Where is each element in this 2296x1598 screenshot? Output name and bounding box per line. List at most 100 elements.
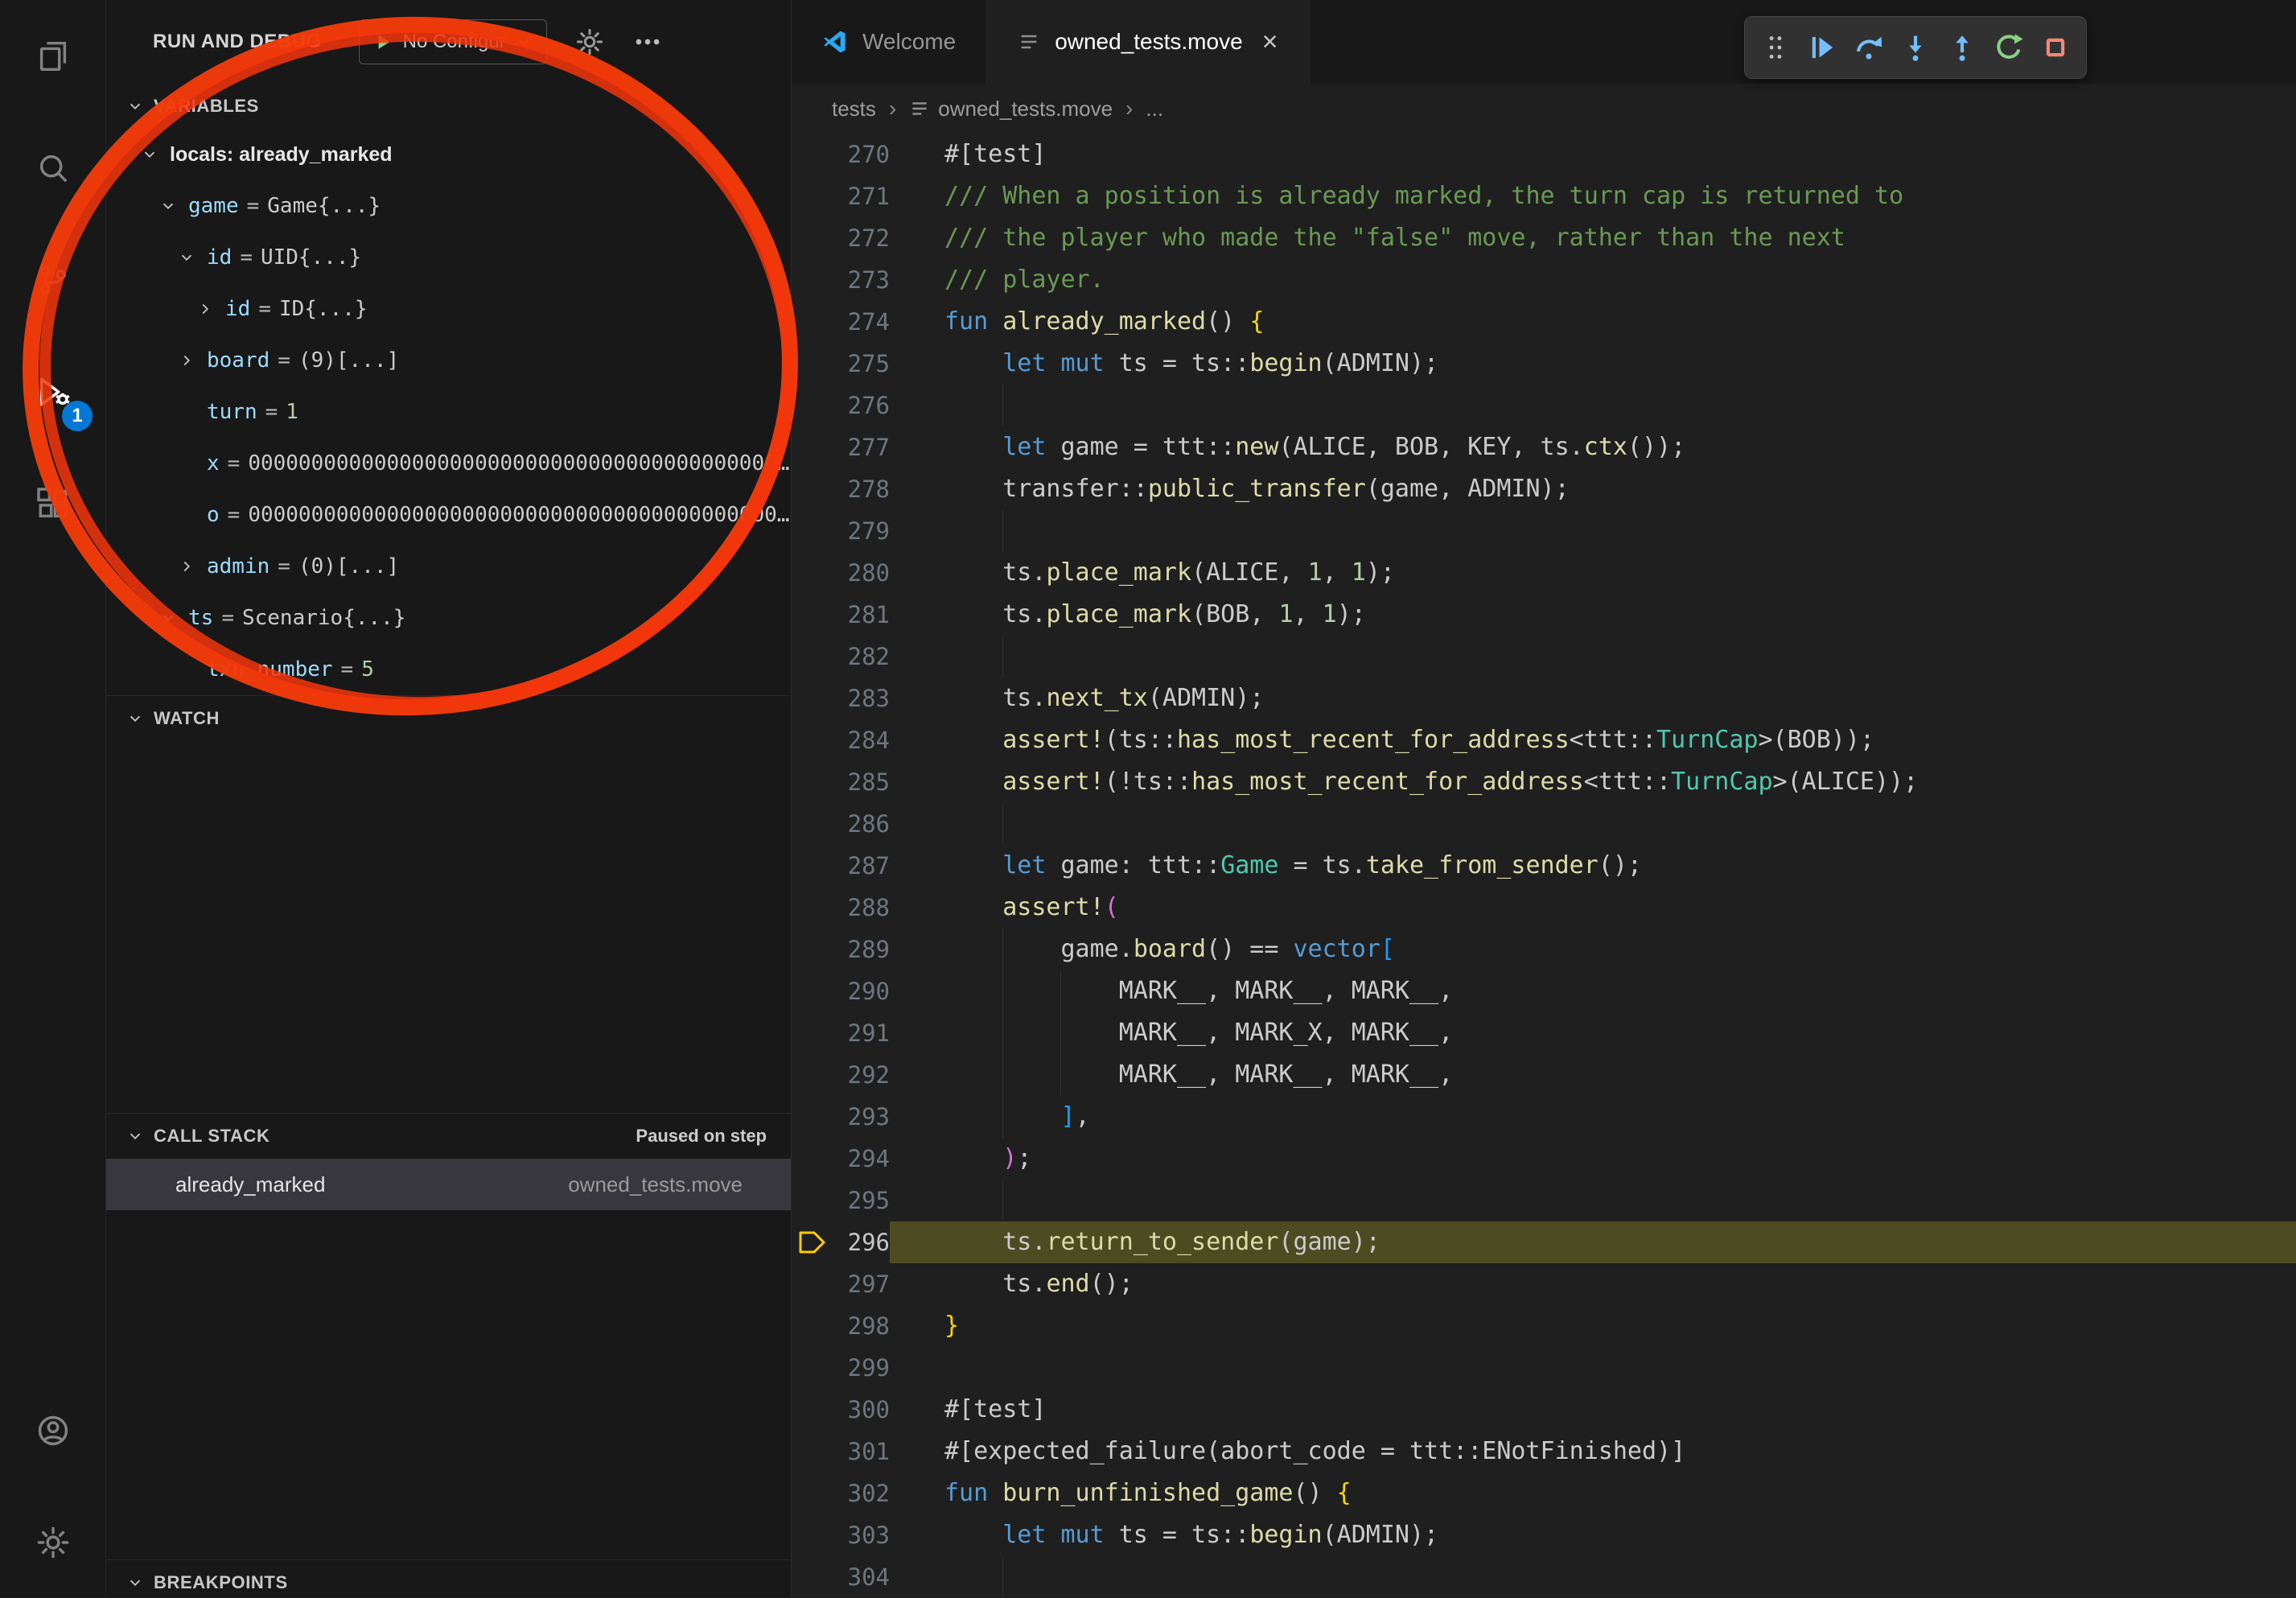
extensions-icon[interactable]	[0, 447, 105, 559]
code-text[interactable]: );	[890, 1138, 2296, 1180]
variable-row[interactable]: id=ID{...}	[105, 283, 791, 335]
breakpoint-margin[interactable]	[792, 1556, 830, 1598]
breadcrumb-file[interactable]: owned_tests.move	[909, 97, 1113, 121]
search-icon[interactable]	[0, 112, 105, 224]
breakpoints-section-header[interactable]: BREAKPOINTS	[105, 1559, 791, 1598]
breakpoint-margin[interactable]	[792, 343, 830, 385]
breakpoint-margin[interactable]	[792, 1431, 830, 1472]
editor-code[interactable]: 270#[test]271/// When a position is alre…	[792, 134, 2296, 1598]
code-text[interactable]: #[expected_failure(abort_code = ttt::ENo…	[890, 1431, 2296, 1472]
breakpoint-margin[interactable]	[792, 887, 830, 929]
code-text[interactable]: ts.next_tx(ADMIN);	[890, 678, 2296, 719]
variable-row[interactable]: ts=Scenario{...}	[105, 592, 791, 644]
code-text[interactable]: assert!(!ts::has_most_recent_for_address…	[890, 761, 2296, 803]
breakpoint-margin[interactable]	[792, 552, 830, 594]
step-into-button[interactable]	[1898, 30, 1933, 65]
breakpoint-margin[interactable]	[792, 1180, 830, 1221]
breakpoint-margin[interactable]	[792, 929, 830, 970]
run-and-debug-icon[interactable]: 1	[0, 336, 105, 447]
breakpoint-margin[interactable]	[792, 761, 830, 803]
breakpoint-margin[interactable]	[792, 1138, 830, 1180]
breakpoint-margin[interactable]	[792, 134, 830, 175]
code-text[interactable]: #[test]	[890, 134, 2296, 175]
breakpoint-margin[interactable]	[792, 259, 830, 301]
breakpoint-margin[interactable]	[792, 175, 830, 217]
variable-row[interactable]: id=UID{...}	[105, 232, 791, 283]
code-text[interactable]: assert!(	[890, 887, 2296, 929]
breakpoint-margin[interactable]	[792, 426, 830, 468]
variable-row[interactable]: o=00000000000000000000000000000000000000…	[105, 489, 791, 541]
code-text[interactable]: let game: ttt::Game = ts.take_from_sende…	[890, 845, 2296, 887]
code-text[interactable]: ts.return_to_sender(game);	[890, 1221, 2296, 1263]
code-text[interactable]: /// When a position is already marked, t…	[890, 175, 2296, 217]
breakpoint-margin[interactable]	[792, 1305, 830, 1347]
watch-section-header[interactable]: WATCH	[105, 695, 791, 741]
breadcrumb-folder[interactable]: tests	[832, 97, 876, 121]
restart-button[interactable]	[1991, 30, 2026, 65]
breakpoint-margin[interactable]	[792, 1054, 830, 1096]
variables-scope-row[interactable]: locals: already_marked	[105, 129, 791, 180]
code-text[interactable]: let mut ts = ts::begin(ADMIN);	[890, 1514, 2296, 1556]
code-text[interactable]: let game = ttt::new(ALICE, BOB, KEY, ts.…	[890, 426, 2296, 468]
call-stack-section-header[interactable]: CALL STACK Paused on step	[105, 1113, 791, 1159]
breakpoint-margin[interactable]	[792, 1263, 830, 1305]
settings-gear-icon[interactable]	[0, 1486, 105, 1598]
variable-row[interactable]: board=(9)[...]	[105, 335, 791, 386]
code-text[interactable]: #[test]	[890, 1389, 2296, 1431]
more-actions-icon[interactable]	[632, 27, 663, 57]
toolbar-gripper-icon[interactable]	[1758, 30, 1793, 65]
account-icon[interactable]	[0, 1374, 105, 1486]
code-text[interactable]: MARK__, MARK_X, MARK__,	[890, 1012, 2296, 1054]
continue-button[interactable]	[1804, 30, 1840, 65]
start-debug-icon[interactable]	[372, 31, 395, 53]
code-text[interactable]: assert!(ts::has_most_recent_for_address<…	[890, 719, 2296, 761]
breakpoint-margin[interactable]	[792, 970, 830, 1012]
source-control-icon[interactable]	[0, 224, 105, 336]
code-text[interactable]	[890, 385, 2296, 426]
call-stack-frame[interactable]: already_markedowned_tests.move	[105, 1159, 791, 1210]
breakpoint-margin[interactable]	[792, 1514, 830, 1556]
step-over-button[interactable]	[1851, 30, 1887, 65]
code-text[interactable]: let mut ts = ts::begin(ADMIN);	[890, 343, 2296, 385]
stop-button[interactable]	[2038, 30, 2073, 65]
breakpoint-margin[interactable]	[792, 510, 830, 552]
variable-row[interactable]: game=Game{...}	[105, 180, 791, 232]
code-text[interactable]	[890, 1347, 2296, 1389]
launch-config-dropdown[interactable]: No Configur	[359, 19, 547, 64]
close-tab-icon[interactable]: ×	[1262, 28, 1278, 56]
breakpoint-margin[interactable]	[792, 719, 830, 761]
breakpoint-margin[interactable]	[792, 301, 830, 343]
code-text[interactable]: fun already_marked() {	[890, 301, 2296, 343]
code-text[interactable]: MARK__, MARK__, MARK__,	[890, 1054, 2296, 1096]
code-text[interactable]: ],	[890, 1096, 2296, 1138]
code-text[interactable]	[890, 636, 2296, 678]
debug-settings-gear-icon[interactable]	[574, 27, 605, 57]
breakpoint-margin[interactable]	[792, 385, 830, 426]
breakpoint-margin[interactable]	[792, 845, 830, 887]
code-text[interactable]: ts.place_mark(BOB, 1, 1);	[890, 594, 2296, 636]
tab-welcome[interactable]: Welcome	[792, 0, 987, 84]
breakpoint-margin[interactable]	[792, 1221, 830, 1263]
code-text[interactable]: /// the player who made the "false" move…	[890, 217, 2296, 259]
code-text[interactable]: ts.place_mark(ALICE, 1, 1);	[890, 552, 2296, 594]
code-text[interactable]: }	[890, 1305, 2296, 1347]
code-text[interactable]: ts.end();	[890, 1263, 2296, 1305]
variables-section-header[interactable]: VARIABLES	[105, 84, 791, 129]
code-text[interactable]	[890, 510, 2296, 552]
breakpoint-margin[interactable]	[792, 678, 830, 719]
breakpoint-margin[interactable]	[792, 636, 830, 678]
breakpoint-margin[interactable]	[792, 1096, 830, 1138]
breakpoint-margin[interactable]	[792, 803, 830, 845]
breakpoint-margin[interactable]	[792, 594, 830, 636]
variable-row[interactable]: admin=(0)[...]	[105, 541, 791, 592]
breakpoint-margin[interactable]	[792, 217, 830, 259]
breakpoint-margin[interactable]	[792, 1012, 830, 1054]
tab-owned-tests[interactable]: owned_tests.move ×	[987, 0, 1309, 84]
code-text[interactable]: transfer::public_transfer(game, ADMIN);	[890, 468, 2296, 510]
breakpoint-margin[interactable]	[792, 468, 830, 510]
code-text[interactable]: game.board() == vector[	[890, 929, 2296, 970]
code-text[interactable]: /// player.	[890, 259, 2296, 301]
code-text[interactable]	[890, 1180, 2296, 1221]
variable-row[interactable]: txn_number=5	[105, 644, 791, 695]
code-text[interactable]	[890, 1556, 2296, 1598]
